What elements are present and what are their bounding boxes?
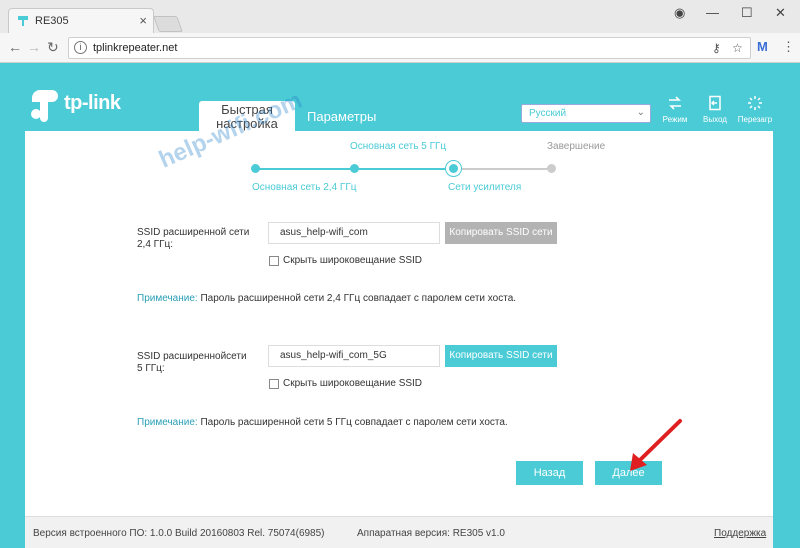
tab-parameters[interactable]: Параметры [307, 109, 376, 124]
site-info-icon[interactable]: i [74, 41, 87, 54]
ssid5-input[interactable]: asus_help-wifi_com_5G [268, 345, 440, 367]
hardware-version: Аппаратная версия: RE305 v1.0 [357, 528, 505, 539]
note24-text: Пароль расширенной сети 2,4 ГГц совпадае… [200, 293, 517, 304]
hide-ssid24-checkbox[interactable] [269, 256, 279, 266]
forward-button[interactable]: → [27, 39, 41, 55]
note5: Примечание: Пароль расширенной сети 5 ГГ… [137, 417, 508, 428]
minimize-button[interactable]: — [706, 5, 719, 20]
bookmark-star-icon[interactable]: ☆ [732, 41, 743, 55]
logo-text: tp-link [64, 92, 121, 114]
step-label-1: Основная сеть 2,4 ГГц [252, 182, 357, 193]
tab-title: RE305 [35, 15, 69, 27]
reboot-button[interactable]: Перезагр [733, 95, 777, 124]
progress-dot-3 [449, 164, 458, 173]
logout-label: Выход [703, 115, 727, 124]
progress-dot-4 [547, 164, 556, 173]
new-tab-button[interactable] [153, 16, 183, 32]
browser-tab[interactable]: RE305 × [8, 8, 154, 34]
mode-icon [669, 96, 681, 110]
step-label-2: Основная сеть 5 ГГц [350, 141, 447, 152]
browser-menu-icon[interactable]: ⋮ [782, 39, 795, 55]
support-link[interactable]: Поддержка [714, 528, 766, 539]
mode-label: Режим [662, 115, 688, 124]
copy-ssid24-button[interactable]: Копировать SSID сети [445, 222, 557, 244]
mode-button[interactable]: Режим [653, 95, 697, 124]
maximize-button[interactable]: ☐ [741, 5, 753, 21]
logout-icon [709, 95, 721, 111]
ssid24-label-line1: SSID расширенной сети [137, 227, 250, 238]
copy-ssid5-button[interactable]: Копировать SSID сети [445, 345, 557, 367]
watermark: help-wifi.com [155, 86, 307, 174]
address-bar-row: ← → ↻ i tplinkrepeater.net ⚷ ☆ M ⋮ [0, 33, 800, 63]
step-label-3: Сети усилителя [448, 182, 522, 193]
key-icon[interactable]: ⚷ [712, 41, 721, 55]
note5-key: Примечание: [137, 417, 198, 428]
tab-close-icon[interactable]: × [139, 13, 147, 28]
hide-ssid24-label: Скрыть широковещание SSID [283, 255, 423, 266]
ssid24-input[interactable]: asus_help-wifi_com [268, 222, 440, 244]
progress-line-pending [453, 168, 551, 170]
language-value: Русский [529, 108, 567, 119]
hide-ssid5-label: Скрыть широковещание SSID [283, 378, 423, 389]
ssid5-label-line2: 5 ГГц: [137, 363, 165, 374]
progress-dot-1 [251, 164, 260, 173]
language-select[interactable]: Русский ⌄ [521, 104, 651, 123]
chevron-down-icon: ⌄ [636, 107, 645, 118]
ssid5-label-line1: SSID расширеннойсети [137, 351, 247, 362]
logout-button[interactable]: Выход [693, 95, 737, 124]
close-window-button[interactable]: ✕ [775, 5, 786, 21]
extension-icon[interactable]: M [757, 39, 768, 54]
note24: Примечание: Пароль расширенной сети 2,4 … [137, 293, 516, 304]
browser-titlebar: RE305 × ◉ — ☐ ✕ [0, 0, 800, 34]
page-footer: Версия встроенного ПО: 1.0.0 Build 20160… [25, 516, 773, 548]
tplink-logo-icon [31, 90, 58, 122]
progress-dot-2 [350, 164, 359, 173]
back-button[interactable]: ← [8, 39, 22, 55]
back-button[interactable]: Назад [516, 461, 583, 485]
reboot-label: Перезагр [737, 115, 773, 124]
url-text: tplinkrepeater.net [93, 42, 178, 54]
router-page: tp-link Быстрая настройка Параметры Русс… [0, 63, 800, 548]
reboot-icon [748, 96, 762, 110]
note5-text: Пароль расширенной сети 5 ГГц совпадает … [200, 417, 508, 428]
ssid24-label-line2: 2,4 ГГц: [137, 239, 174, 250]
reload-button[interactable]: ↻ [47, 39, 59, 56]
step-label-4: Завершение [547, 141, 606, 152]
hide-ssid5-checkbox[interactable] [269, 379, 279, 389]
note24-key: Примечание: [137, 293, 198, 304]
tplink-favicon-icon [18, 16, 28, 26]
account-icon[interactable]: ◉ [674, 5, 685, 21]
firmware-version: Версия встроенного ПО: 1.0.0 Build 20160… [33, 528, 325, 539]
url-input[interactable]: i tplinkrepeater.net ⚷ ☆ [68, 37, 751, 59]
red-arrow-annotation [630, 419, 682, 471]
